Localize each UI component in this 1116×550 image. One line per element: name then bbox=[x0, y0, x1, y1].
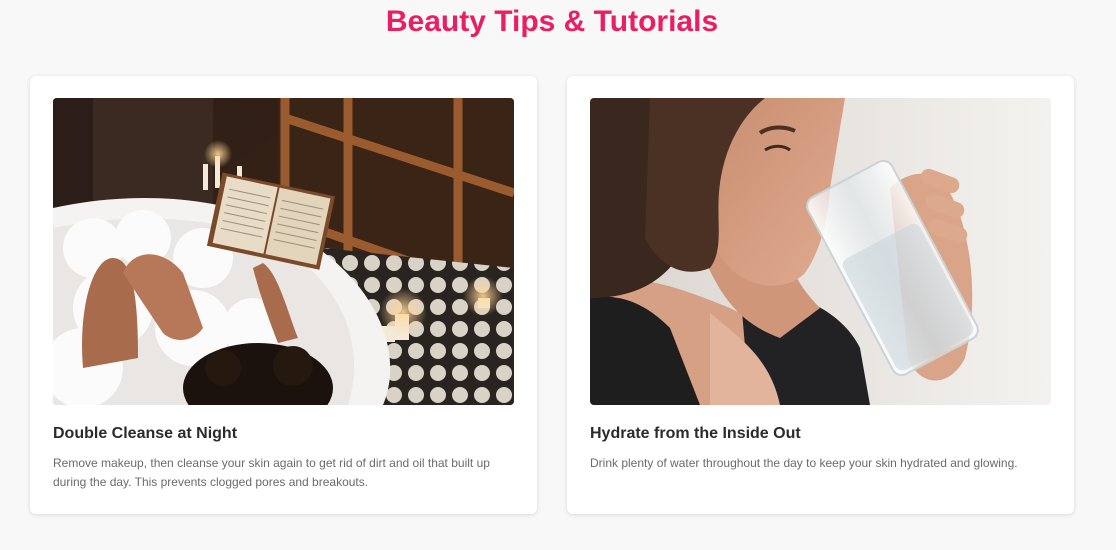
tip-card: Hydrate from the Inside Out Drink plenty… bbox=[567, 76, 1074, 514]
page-title: Beauty Tips & Tutorials bbox=[385, 5, 719, 38]
tip-image-bath bbox=[53, 98, 514, 405]
page: Beauty Tips & Tutorials Double Cleanse a… bbox=[0, 0, 1116, 550]
tip-card: Double Cleanse at Night Remove makeup, t… bbox=[30, 76, 537, 514]
tip-image-water bbox=[590, 98, 1051, 405]
tip-description: Drink plenty of water throughout the day… bbox=[590, 456, 1018, 470]
tip-title: Hydrate from the Inside Out bbox=[590, 425, 801, 442]
tip-description: Remove makeup, then cleanse your skin ag… bbox=[53, 456, 490, 489]
tip-title: Double Cleanse at Night bbox=[53, 425, 238, 442]
